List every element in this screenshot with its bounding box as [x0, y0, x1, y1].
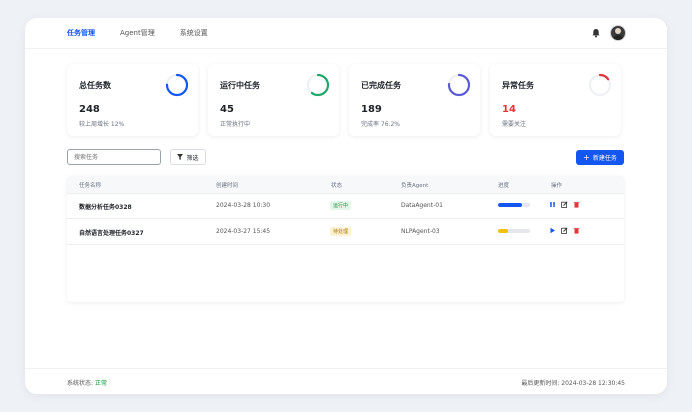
play-icon[interactable] [549, 227, 556, 234]
system-status-label: 系统状态: [67, 380, 94, 387]
top-navbar: 任务管理 Agent管理 系统设置 [25, 18, 667, 49]
column-header-created: 创建时间 [216, 183, 239, 189]
filter-label: 筛选 [186, 154, 199, 162]
main-nav: 任务管理 Agent管理 系统设置 [67, 28, 233, 38]
stat-value: 248 [79, 104, 100, 115]
task-name[interactable]: 自然语言处理任务0327 [79, 228, 144, 237]
stat-subtext: 完成率 76.2% [361, 121, 400, 128]
nav-item-settings[interactable]: 系统设置 [180, 28, 208, 38]
new-task-label: 新建任务 [592, 155, 617, 162]
status-badge: 运行中 [330, 201, 352, 210]
search-input[interactable] [67, 149, 161, 165]
task-name[interactable]: 数据分析任务0328 [79, 202, 132, 211]
progress-bar [498, 203, 530, 207]
table-header: 任务名称 创建时间 状态 负责Agent 进度 操作 [67, 176, 624, 194]
table-row[interactable]: 数据分析任务0328 2024-03-28 10:30 运行中 DataAgen… [67, 193, 624, 219]
bell-icon[interactable] [591, 28, 601, 38]
stat-card-total: 总任务数 248 较上周增长 12% [67, 64, 198, 136]
user-avatar[interactable] [610, 25, 626, 41]
stat-value: 45 [220, 104, 234, 115]
column-header-actions: 操作 [551, 183, 563, 189]
stat-title: 已完成任务 [361, 81, 401, 90]
stat-title: 运行中任务 [220, 81, 260, 90]
delete-icon[interactable] [573, 227, 580, 234]
stat-title: 异常任务 [502, 81, 534, 90]
table-row[interactable]: 自然语言处理任务0327 2024-03-27 15:45 待处理 NLPAge… [67, 219, 624, 245]
status-footer: 系统状态: 正常 最后更新时间: 2024-03-28 12:30:45 [25, 368, 667, 394]
stat-title: 总任务数 [79, 81, 111, 90]
stat-value: 14 [502, 104, 516, 115]
plus-icon: + [583, 152, 590, 162]
last-updated: 最后更新时间: 2024-03-28 12:30:45 [521, 380, 625, 387]
progress-ring-icon [588, 73, 612, 97]
filter-button[interactable]: 筛选 [170, 149, 206, 165]
column-header-progress: 进度 [498, 183, 510, 189]
edit-icon[interactable] [561, 227, 568, 234]
delete-icon[interactable] [573, 201, 580, 208]
nav-item-tasks[interactable]: 任务管理 [67, 28, 95, 38]
progress-fill [498, 203, 522, 207]
system-status-value: 正常 [94, 380, 107, 387]
progress-ring-icon [447, 73, 471, 97]
pause-icon[interactable] [549, 201, 556, 208]
task-agent: NLPAgent-03 [401, 228, 440, 235]
new-task-button[interactable]: + 新建任务 [576, 150, 624, 165]
task-agent: DataAgent-01 [401, 202, 443, 209]
stat-subtext: 需要关注 [502, 121, 527, 128]
progress-ring-icon [306, 73, 330, 97]
task-created-time: 2024-03-28 10:30 [216, 202, 271, 209]
stat-subtext: 较上周增长 12% [79, 121, 125, 128]
stat-card-completed: 已完成任务 189 完成率 76.2% [349, 64, 480, 136]
app-window: 任务管理 Agent管理 系统设置 总任务数 248 较上周增长 12% 运行中… [25, 18, 667, 394]
progress-bar [498, 229, 530, 233]
stat-card-running: 运行中任务 45 正常执行中 [208, 64, 339, 136]
stat-subtext: 正常执行中 [220, 121, 251, 128]
column-header-agent: 负责Agent [401, 183, 429, 189]
edit-icon[interactable] [561, 201, 568, 208]
stat-value: 189 [361, 104, 382, 115]
system-status: 系统状态: 正常 [67, 378, 107, 387]
column-header-name: 任务名称 [79, 183, 102, 189]
filter-icon [177, 154, 184, 160]
status-badge: 待处理 [330, 227, 352, 236]
progress-fill [498, 229, 508, 233]
stat-card-error: 异常任务 14 需要关注 [490, 64, 621, 136]
nav-item-agents[interactable]: Agent管理 [120, 28, 155, 38]
column-header-status: 状态 [331, 183, 343, 189]
task-table: 任务名称 创建时间 状态 负责Agent 进度 操作 数据分析任务0328 20… [67, 176, 624, 302]
task-created-time: 2024-03-27 15:45 [216, 228, 271, 235]
progress-ring-icon [165, 73, 189, 97]
